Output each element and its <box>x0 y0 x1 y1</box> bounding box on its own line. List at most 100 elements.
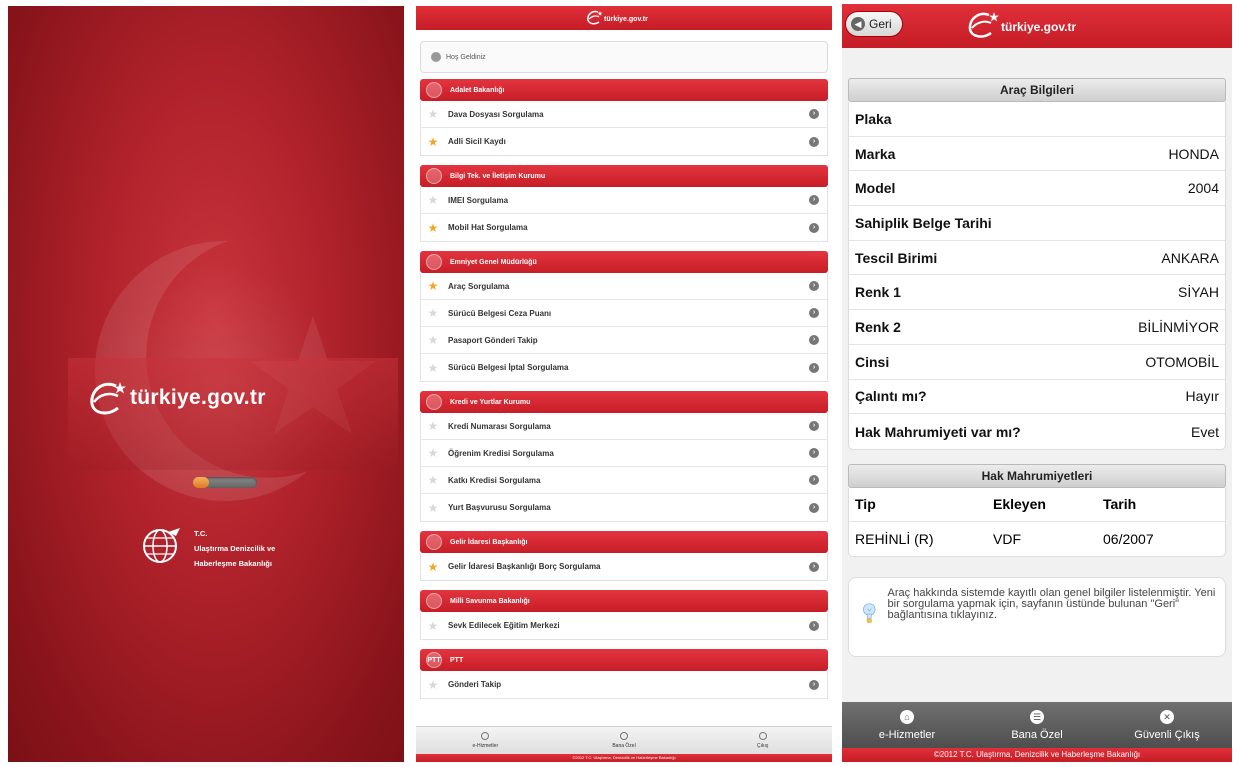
vehicle-info-table: Plaka Marka HONDA Model 2004 Sahiplik Belge T… <box>848 102 1226 450</box>
field-value: OTOMOBİL <box>1145 353 1219 370</box>
group-header: Milli Savunma Bakanlığı <box>420 590 828 612</box>
favorite-star-icon[interactable]: ★ <box>426 221 440 235</box>
vehicle-info-header: Araç Bilgileri <box>848 78 1226 102</box>
group-title: Adalet Bakanlığı <box>450 86 505 94</box>
favorite-star-icon[interactable]: ★ <box>426 419 440 433</box>
list-item-label: Araç Sorgulama <box>448 281 510 291</box>
favorite-star-icon[interactable]: ★ <box>426 279 440 293</box>
service-list-screen: türkiye.gov.tr Hoş Geldiniz Adalet Bakan… <box>416 6 832 762</box>
chevron-right-icon: › <box>809 335 819 345</box>
favorite-star-icon[interactable]: ★ <box>426 501 440 515</box>
list-item[interactable]: ★ Yurt Başvurusu Sorgulama › <box>421 494 827 521</box>
list-item[interactable]: ★ Araç Sorgulama › <box>421 273 827 300</box>
list-item-label: Mobil Hat Sorgulama <box>448 223 528 232</box>
favorite-star-icon[interactable]: ★ <box>426 107 440 121</box>
table-row: Renk 1 SİYAH <box>849 275 1225 311</box>
favorite-star-icon[interactable]: ★ <box>426 193 440 207</box>
tab-e-hizmetler[interactable]: ⌂ e-Hizmetler <box>842 702 972 748</box>
chevron-right-icon: › <box>809 362 819 373</box>
favorite-star-icon[interactable]: ★ <box>426 361 440 375</box>
welcome-box: Hoş Geldiniz <box>420 41 828 73</box>
tab-bana-ozel[interactable]: ☰ Bana Özel <box>972 702 1102 748</box>
logo-text: türkiye.gov.tr <box>130 386 266 409</box>
group-header: Bilgi Tek. ve İletişim Kurumu <box>420 165 828 187</box>
favorite-star-icon[interactable]: ★ <box>426 473 440 487</box>
list-item[interactable]: ★ IMEI Sorgulama › <box>421 187 827 214</box>
list-item[interactable]: ★ Pasaport Gönderi Takip › <box>421 327 827 354</box>
group-items: ★ Sevk Edilecek Eğitim Merkezi › <box>420 612 828 640</box>
table-row: Sahiplik Belge Tarihi <box>849 206 1225 241</box>
list-item-label: Yurt Başvurusu Sorgulama <box>448 503 551 512</box>
table-row: Cinsi OTOMOBİL <box>849 345 1225 380</box>
home-icon: ⌂ <box>900 709 914 724</box>
chevron-right-icon: › <box>809 561 819 572</box>
institution-emblem-icon <box>426 82 442 98</box>
field-value: BİLİNMİYOR <box>1138 318 1219 335</box>
table-row: REHİNLİ (R) VDF 06/2007 <box>849 522 1225 556</box>
service-group: Bilgi Tek. ve İletişim Kurumu ★ IMEI Sorgu… <box>420 165 828 242</box>
field-label: Çalıntı mı? <box>855 388 927 405</box>
favorite-star-icon[interactable]: ★ <box>426 446 440 460</box>
tab-label: Bana Özel <box>612 743 636 749</box>
group-header: PTT PTT <box>420 649 828 671</box>
header-bar: ◀ Geri türkiye.gov.tr <box>842 4 1232 48</box>
cell-ekleyen: VDF <box>993 530 1021 547</box>
field-value: Evet <box>1190 423 1219 440</box>
institution-emblem-icon <box>426 394 442 410</box>
list-item[interactable]: ★ Gelir İdaresi Başkanlığı Borç Sorgulama… <box>421 553 827 580</box>
col-header-tarih: Tarih <box>1103 496 1137 513</box>
group-title: Emniyet Genel Müdürlüğü <box>450 258 537 266</box>
tab-cikis[interactable]: Çıkış <box>693 727 832 754</box>
chevron-right-icon: › <box>809 281 819 291</box>
e-logo-icon <box>90 382 126 415</box>
favorite-star-icon[interactable]: ★ <box>426 135 440 149</box>
list-item-label: Öğrenim Kredisi Sorgulama <box>448 448 554 458</box>
footer-bar: ©2012 T.C. Ulaştırma, Denizcilik ve Habe… <box>842 748 1232 762</box>
field-label: Renk 2 <box>855 318 901 335</box>
list-item[interactable]: ★ Katkı Kredisi Sorgulama › <box>421 467 827 494</box>
list-item[interactable]: ★ Kredi Numarası Sorgulama › <box>421 413 827 440</box>
tab-guvenli-cikis[interactable]: ✕ Güvenli Çıkış <box>1102 702 1232 748</box>
favorite-star-icon[interactable]: ★ <box>426 560 440 574</box>
institution-emblem-icon <box>426 534 442 550</box>
institution-emblem-icon <box>426 254 442 270</box>
vehicle-detail-screen: ◀ Geri türkiye.gov.tr Araç Bilgileri Pla… <box>842 4 1232 762</box>
favorite-star-icon[interactable]: ★ <box>426 678 440 692</box>
field-label: Tescil Birimi <box>855 249 938 266</box>
list-item-label: Pasaport Gönderi Takip <box>448 335 538 345</box>
list-item[interactable]: ★ Gönderi Takip › <box>421 671 827 698</box>
list-item-label: Kredi Numarası Sorgulama <box>448 421 551 431</box>
list-item-label: Adli Sicil Kaydı <box>448 137 506 146</box>
list-item[interactable]: ★ Öğrenim Kredisi Sorgulama › <box>421 440 827 467</box>
svg-text:türkiye.gov.tr: türkiye.gov.tr <box>604 16 648 23</box>
chevron-right-icon: › <box>809 308 819 318</box>
list-item[interactable]: ★ Sürücü Belgesi Ceza Puanı › <box>421 300 827 327</box>
header-bar: türkiye.gov.tr <box>416 6 832 30</box>
tab-label: e-Hizmetler <box>878 728 936 741</box>
group-items: ★ Gelir İdaresi Başkanlığı Borç Sorgulama… <box>420 553 828 581</box>
favorite-star-icon[interactable]: ★ <box>426 306 440 320</box>
list-item[interactable]: ★ Dava Dosyası Sorgulama › <box>421 101 827 128</box>
list-item[interactable]: ★ Mobil Hat Sorgulama › <box>421 214 827 241</box>
field-value: 2004 <box>1187 180 1219 197</box>
tab-bana-ozel[interactable]: Bana Özel <box>555 727 694 754</box>
field-value: ANKARA <box>1161 249 1219 266</box>
svg-text:türkiye.gov.tr: türkiye.gov.tr <box>1001 20 1076 34</box>
list-item[interactable]: ★ Sevk Edilecek Eğitim Merkezi › <box>421 612 827 639</box>
list-item-label: Katkı Kredisi Sorgulama <box>448 475 541 485</box>
tab-e-hizmetler[interactable]: e-Hizmetler <box>416 727 555 754</box>
list-item[interactable]: ★ Sürücü Belgesi İptal Sorgulama › <box>421 354 827 381</box>
list-item[interactable]: ★ Adli Sicil Kaydı › <box>421 128 827 155</box>
field-label: Marka <box>855 145 896 162</box>
group-header: Adalet Bakanlığı <box>420 79 828 101</box>
restrictions-table: Tip Ekleyen Tarih REHİNLİ (R) VDF 06/200… <box>848 487 1226 557</box>
back-button[interactable]: ◀ Geri <box>845 11 903 37</box>
group-title: Milli Savunma Bakanlığı <box>450 597 530 605</box>
favorite-star-icon[interactable]: ★ <box>426 619 440 633</box>
tab-label: e-Hizmetler <box>472 743 499 749</box>
bottom-tab-bar: e-Hizmetler Bana Özel Çıkış <box>416 726 832 754</box>
back-arrow-icon: ◀ <box>851 17 865 31</box>
chevron-right-icon: › <box>809 620 819 631</box>
favorite-star-icon[interactable]: ★ <box>426 333 440 347</box>
tab-label: Bana Özel <box>1011 728 1063 741</box>
